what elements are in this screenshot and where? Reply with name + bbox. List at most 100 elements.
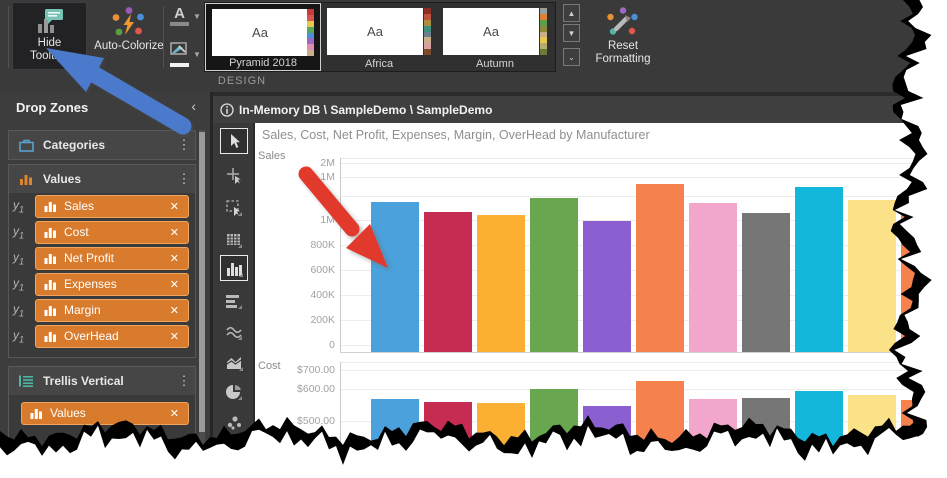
select-tool-button[interactable]	[220, 128, 248, 154]
font-color-bar	[170, 22, 189, 26]
theme-card-autumn[interactable]: AaAutumn	[437, 3, 553, 71]
chip-values[interactable]: Values✕	[21, 402, 189, 425]
plot-top-border	[340, 158, 947, 159]
categories-section-header[interactable]: Categories ⋮	[9, 131, 195, 159]
sales-bar[interactable]	[424, 212, 472, 352]
breadcrumb[interactable]: In-Memory DB \ SampleDemo \ SampleDemo	[239, 103, 492, 117]
pie-chart-tool-button[interactable]	[220, 379, 248, 405]
remove-chip-icon[interactable]: ✕	[170, 278, 179, 291]
gallery-scroll-down-button[interactable]: ▼	[563, 24, 580, 42]
axis-assignment-label: y1	[13, 250, 35, 266]
drop-zone-chip-row: y1Cost✕	[9, 219, 195, 245]
ribbon: Hide Tooltips Auto-Colorize A	[0, 0, 947, 92]
ribbon-group-label: DESIGN	[196, 75, 288, 87]
measure-bars-icon	[44, 227, 57, 238]
sales-baseline	[340, 352, 947, 353]
sales-axis-tick: 2M	[273, 157, 335, 169]
cost-bar[interactable]	[424, 402, 472, 478]
chip-label: Net Profit	[64, 251, 114, 265]
sales-axis-tick: 800K	[273, 239, 335, 251]
sales-bar[interactable]	[636, 184, 684, 352]
auto-colorize-icon	[92, 2, 166, 40]
measure-bars-icon	[44, 279, 57, 290]
drop-zone-chip-row: Values✕	[9, 400, 195, 426]
chip-cost[interactable]: Cost✕	[35, 221, 189, 244]
view-title[interactable]: Manufacturers	[913, 103, 947, 117]
sales-bar[interactable]	[848, 200, 896, 352]
cost-bar[interactable]	[689, 399, 737, 478]
cost-bar[interactable]	[742, 398, 790, 478]
cost-axis-tick: $500.00	[273, 415, 335, 427]
values-label: Values	[43, 172, 173, 186]
panel-scrollbar-thumb[interactable]	[199, 132, 205, 432]
values-section-header[interactable]: Values ⋮	[9, 165, 195, 193]
fill-format-button[interactable]: ▼	[170, 42, 201, 67]
bar-chart-tool-button[interactable]	[220, 288, 248, 314]
move-tool-button[interactable]	[220, 163, 248, 189]
cost-axis-tick: $700.00	[273, 364, 335, 376]
fill-format-caret-icon[interactable]: ▼	[193, 50, 201, 59]
categories-section: Categories ⋮	[8, 130, 196, 160]
chip-overhead[interactable]: OverHead✕	[35, 325, 189, 348]
auto-colorize-button[interactable]: Auto-Colorize	[92, 2, 166, 70]
measure-bars-icon	[44, 201, 57, 212]
sales-bar[interactable]	[689, 203, 737, 352]
cost-bar[interactable]	[530, 389, 578, 478]
font-color-a: A	[170, 7, 189, 21]
font-color-caret-icon[interactable]: ▼	[193, 12, 201, 21]
categories-menu-icon[interactable]: ⋮	[173, 140, 195, 150]
sales-bar[interactable]	[901, 194, 947, 352]
panel-scrollbar[interactable]	[199, 130, 205, 465]
cost-bar[interactable]	[583, 406, 631, 478]
chip-sales[interactable]: Sales✕	[35, 195, 189, 218]
theme-card-africa[interactable]: AaAfrica	[321, 3, 437, 71]
remove-chip-icon[interactable]: ✕	[170, 330, 179, 343]
chart-canvas[interactable]: Sales, Cost, Net Profit, Expenses, Margi…	[255, 123, 947, 478]
drop-zone-chip-row: y1Margin✕	[9, 297, 195, 323]
reset-formatting-icon	[589, 2, 657, 40]
sales-bar[interactable]	[530, 198, 578, 352]
chip-expenses[interactable]: Expenses ✕	[35, 273, 189, 296]
cost-bar[interactable]	[901, 400, 947, 478]
hide-tooltips-label-2: Tooltips	[30, 50, 69, 62]
cost-bar[interactable]	[795, 391, 843, 478]
collapse-panel-icon[interactable]: ‹	[191, 98, 196, 114]
sales-bar[interactable]	[583, 221, 631, 352]
remove-chip-icon[interactable]: ✕	[170, 407, 179, 420]
cost-bar[interactable]	[477, 403, 525, 478]
hide-tooltips-icon	[13, 3, 86, 37]
remove-chip-icon[interactable]: ✕	[170, 252, 179, 265]
chip-net-profit[interactable]: Net Profit ✕	[35, 247, 189, 270]
area-chart-tool-button[interactable]	[220, 349, 248, 375]
cost-bar[interactable]	[636, 381, 684, 478]
sales-bar[interactable]	[477, 215, 525, 352]
sales-axis-tick: 400K	[273, 289, 335, 301]
lasso-select-tool-button[interactable]	[220, 195, 248, 221]
column-chart-tool-button[interactable]	[220, 255, 248, 281]
sales-bar[interactable]	[795, 187, 843, 352]
reset-formatting-button[interactable]: Reset Formatting	[589, 2, 657, 72]
cost-bar[interactable]	[371, 399, 419, 478]
theme-name: Pyramid 2018	[206, 57, 320, 69]
sales-bar[interactable]	[742, 213, 790, 352]
hide-tooltips-button[interactable]: Hide Tooltips	[12, 2, 87, 70]
scatter-chart-tool-button[interactable]	[220, 409, 248, 435]
remove-chip-icon[interactable]: ✕	[170, 200, 179, 213]
gallery-scroll-up-button[interactable]: ▲	[563, 4, 580, 22]
trellis-section-header[interactable]: Trellis Vertical ⋮	[9, 367, 195, 395]
grid-view-tool-button[interactable]	[220, 227, 248, 253]
trellis-menu-icon[interactable]: ⋮	[173, 376, 195, 386]
chip-label: Expenses	[64, 277, 117, 291]
cost-bar[interactable]	[848, 395, 896, 478]
font-color-button[interactable]: A ▼	[170, 7, 201, 26]
chip-margin[interactable]: Margin✕	[35, 299, 189, 322]
auto-colorize-label: Auto-Colorize	[92, 40, 166, 53]
sales-bar[interactable]	[371, 202, 419, 352]
remove-chip-icon[interactable]: ✕	[170, 304, 179, 317]
theme-card-pyramid-2018[interactable]: AaPyramid 2018	[205, 3, 321, 71]
gallery-more-button[interactable]: ⌄	[563, 48, 580, 66]
values-menu-icon[interactable]: ⋮	[173, 174, 195, 184]
axis-assignment-label: y1	[13, 224, 35, 240]
line-chart-tool-button[interactable]	[220, 319, 248, 345]
remove-chip-icon[interactable]: ✕	[170, 226, 179, 239]
